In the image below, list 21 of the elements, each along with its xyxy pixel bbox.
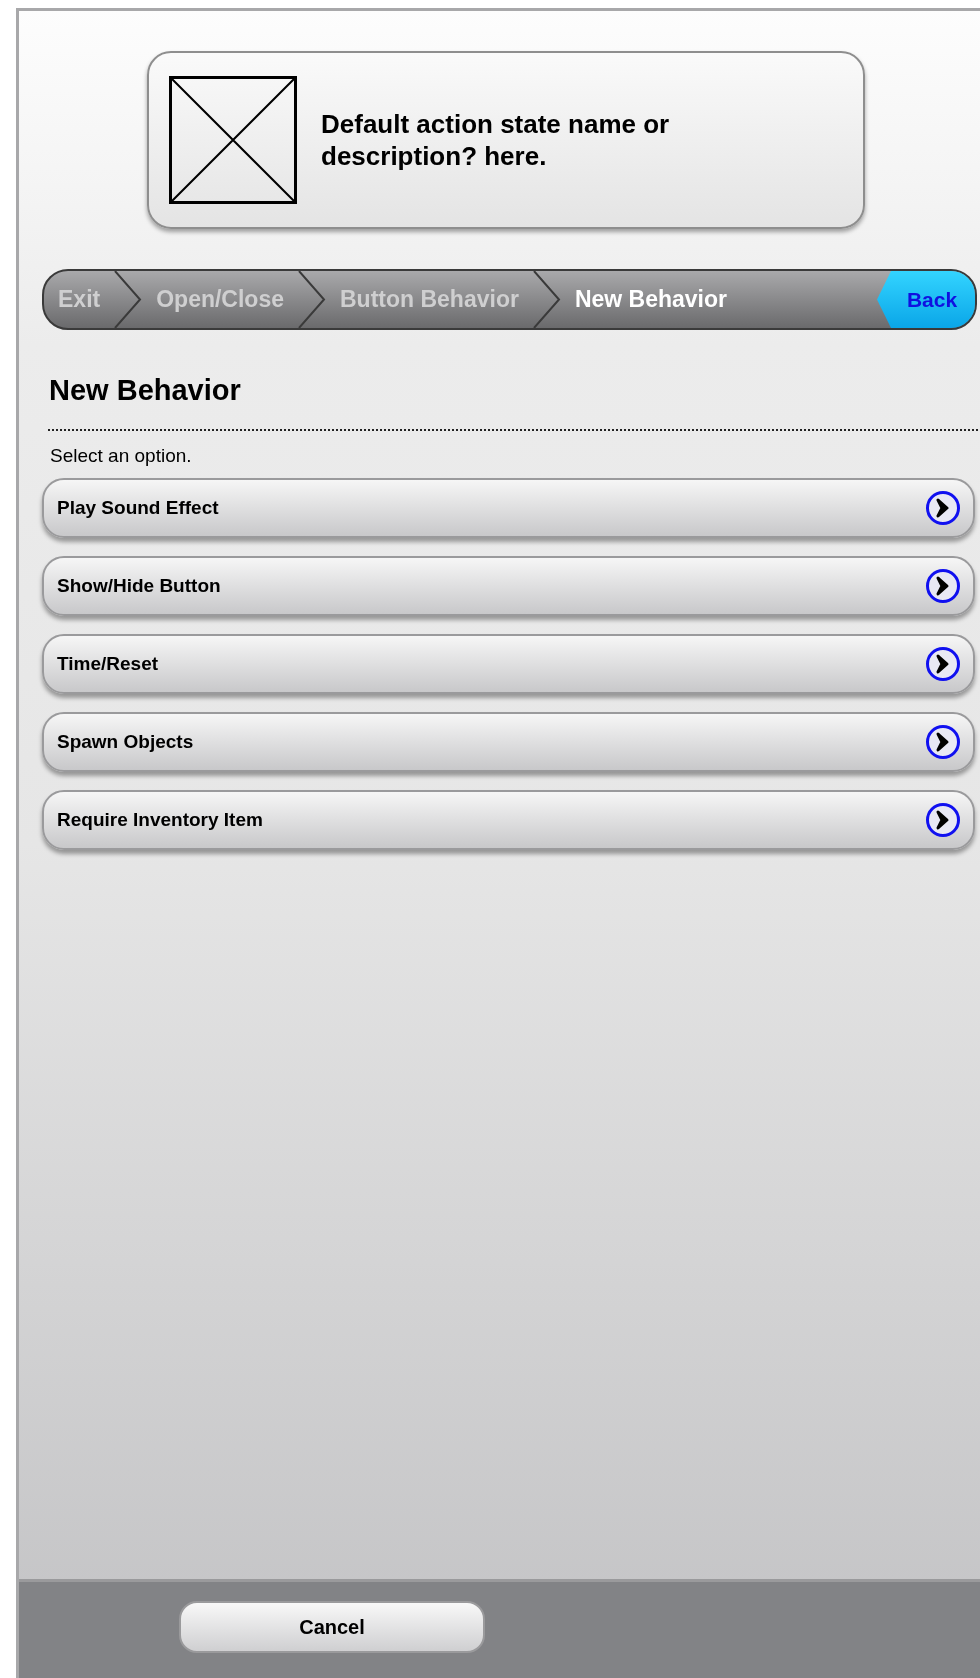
arrow-circle-icon xyxy=(925,490,961,526)
option-row[interactable]: Show/Hide Button xyxy=(42,556,975,616)
page-title: New Behavior xyxy=(49,374,242,407)
arrow-circle-icon xyxy=(925,568,961,604)
option-label: Spawn Objects xyxy=(57,731,194,753)
arrow-circle-icon xyxy=(925,646,961,682)
option-row[interactable]: Require Inventory Item xyxy=(42,790,975,850)
arrow-circle-icon xyxy=(925,724,961,760)
option-label: Time/Reset xyxy=(57,653,159,675)
back-button[interactable]: Back xyxy=(877,271,975,328)
option-label: Show/Hide Button xyxy=(57,575,221,597)
option-row[interactable]: Play Sound Effect xyxy=(42,478,975,538)
option-row[interactable]: Time/Reset xyxy=(42,634,975,694)
card-description: Default action state name or description? here. xyxy=(321,107,671,173)
option-label: Require Inventory Item xyxy=(57,809,263,831)
option-label: Play Sound Effect xyxy=(57,497,219,519)
cancel-button[interactable]: Cancel xyxy=(179,1601,485,1653)
image-placeholder-icon xyxy=(169,76,297,204)
arrow-circle-icon xyxy=(925,802,961,838)
instruction-text: Select an option. xyxy=(50,445,193,467)
option-row[interactable]: Spawn Objects xyxy=(42,712,975,772)
